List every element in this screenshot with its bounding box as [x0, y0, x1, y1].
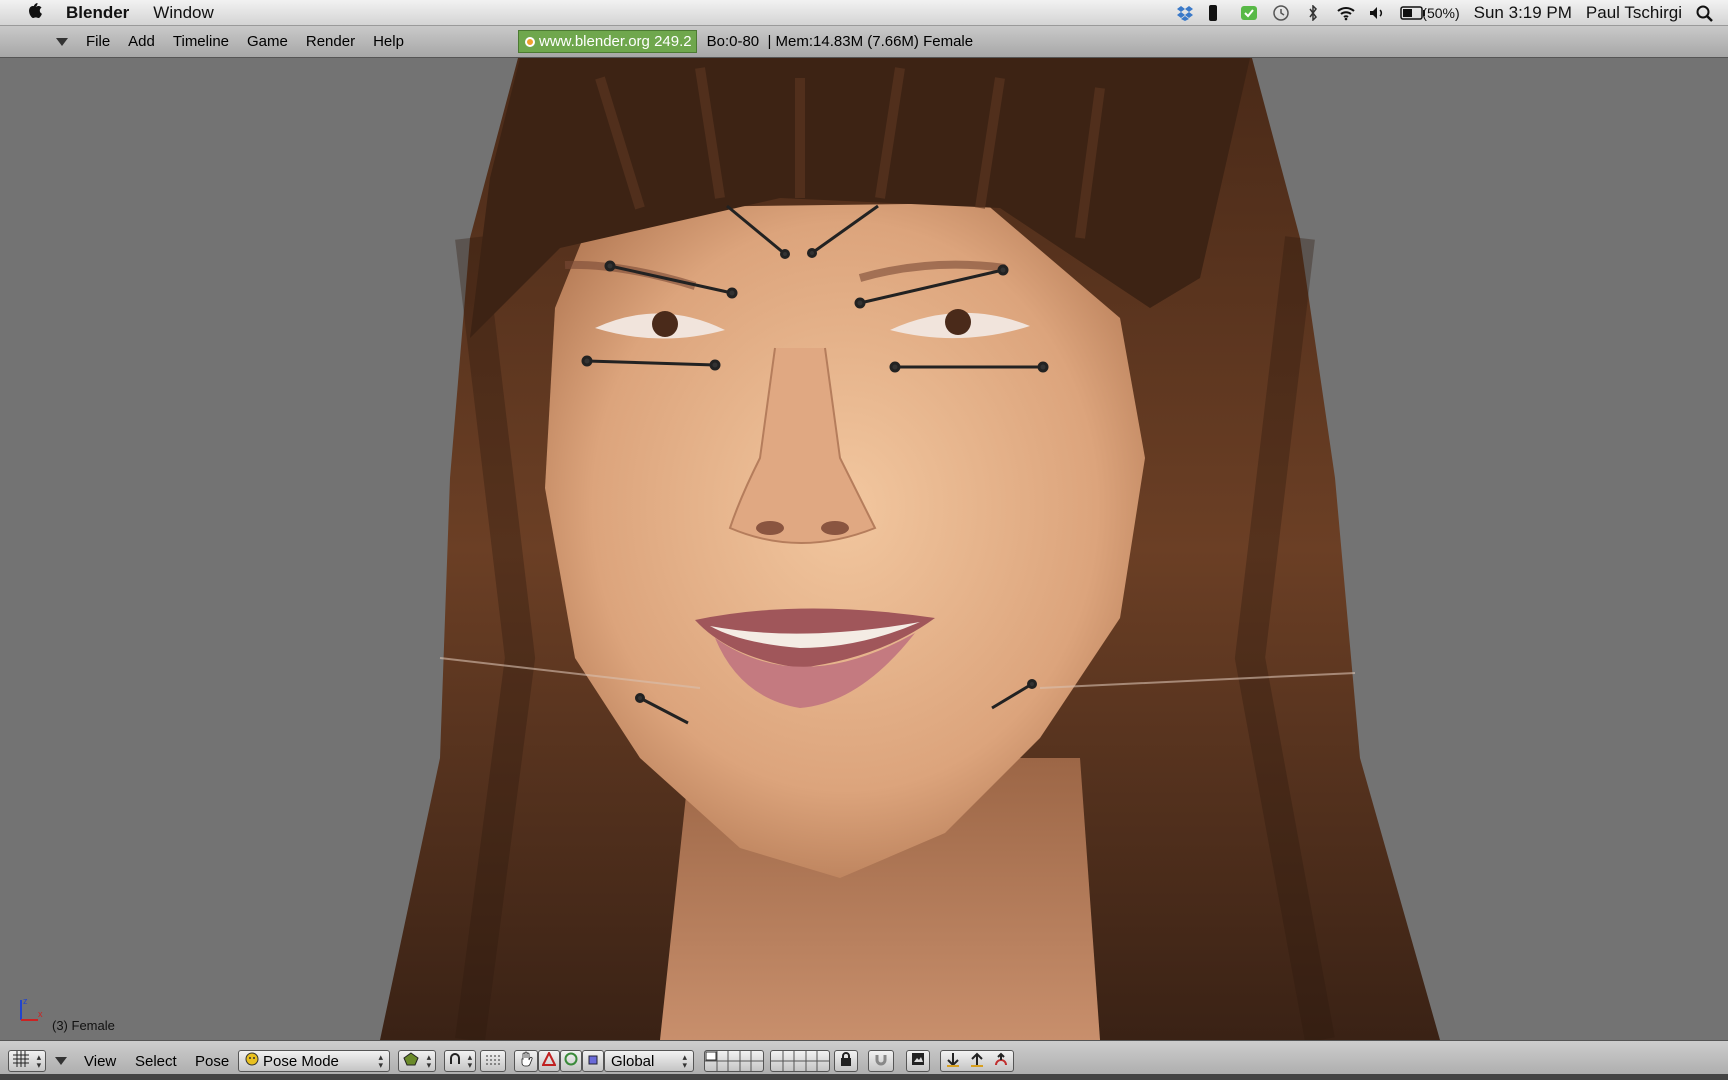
square-icon — [587, 1053, 599, 1070]
dotted-grid-icon — [485, 1053, 501, 1070]
manipulator-toggle[interactable] — [514, 1050, 538, 1072]
menu-render[interactable]: Render — [306, 33, 355, 50]
blender-info-header: File Add Timeline Game Render Help www.b… — [0, 26, 1728, 58]
magnet-icon — [874, 1052, 888, 1070]
pivot-align-toggle[interactable] — [480, 1050, 506, 1072]
battery-icon[interactable] — [1400, 5, 1426, 21]
layer-grid-icon — [771, 1051, 829, 1071]
menu-add[interactable]: Add — [128, 33, 155, 50]
axis-gizmo-icon: z x — [20, 996, 43, 1021]
updown-arrows-icon: ▴ ▾ — [682, 1052, 687, 1070]
header-collapse-triangle-icon[interactable] — [56, 37, 68, 46]
updown-arrows-icon: ▴ ▾ — [36, 1052, 42, 1070]
viewport-object-label: (3) Female — [52, 1018, 115, 1033]
apple-icon[interactable] — [18, 0, 50, 25]
image-icon — [911, 1052, 925, 1070]
layer-grid-icon — [705, 1051, 763, 1071]
scene-stats: Bo:0-80 | Mem:14.83M (7.66M) Female — [706, 33, 974, 50]
menu-pose[interactable]: Pose — [195, 1050, 229, 1072]
pivot-selector[interactable]: ▴ ▾ — [444, 1050, 476, 1072]
mac-menubar: Blender Window (50%) Sun 3:19 PM Paul Ts… — [0, 0, 1728, 26]
updown-arrows-icon: ▴ ▾ — [378, 1052, 383, 1070]
mode-value: Pose Mode — [263, 1052, 339, 1070]
lock-icon — [840, 1052, 852, 1070]
paste-flipped-pose-icon[interactable] — [993, 1051, 1009, 1071]
wifi-icon[interactable] — [1336, 5, 1355, 21]
3d-viewport[interactable]: z x (3) Female — [0, 58, 1728, 1040]
header-collapse-triangle-icon[interactable] — [54, 1050, 68, 1072]
ring-icon — [564, 1052, 578, 1070]
translate-manipulator-button[interactable] — [538, 1050, 560, 1072]
bottom-window-strip — [0, 1074, 1728, 1080]
face-model-render[interactable] — [0, 58, 1728, 1040]
mode-selector[interactable]: Pose Mode ▴ ▾ — [238, 1050, 390, 1072]
bluetooth-icon[interactable] — [1304, 4, 1322, 22]
menu-select[interactable]: Select — [135, 1050, 177, 1072]
dropbox-icon[interactable] — [1176, 5, 1194, 21]
blender-logo-icon — [525, 36, 535, 47]
triangle-icon — [541, 1050, 557, 1070]
time-machine-icon[interactable] — [1272, 5, 1290, 21]
window-menu[interactable]: Window — [153, 3, 213, 23]
hand-icon — [519, 1051, 533, 1071]
clock[interactable]: Sun 3:19 PM — [1474, 3, 1572, 23]
evernote-icon[interactable] — [1240, 5, 1258, 21]
svg-text:z: z — [23, 996, 28, 1006]
menu-timeline[interactable]: Timeline — [173, 33, 229, 50]
spotlight-search-icon[interactable] — [1696, 5, 1714, 22]
copy-pose-icon[interactable] — [945, 1051, 961, 1071]
battery-percent: (50%) — [1422, 5, 1460, 21]
orientation-value: Global — [611, 1052, 655, 1070]
scene-info: www.blender.org 249.2 Bo:0-80 | Mem:14.8… — [518, 30, 973, 53]
rotate-manipulator-button[interactable] — [560, 1050, 582, 1072]
render-preview-button[interactable] — [906, 1050, 930, 1072]
pose-mode-icon — [245, 1052, 259, 1070]
pivot-icon — [448, 1052, 462, 1070]
snap-button[interactable] — [868, 1050, 894, 1072]
menu-file[interactable]: File — [86, 33, 110, 50]
user-name[interactable]: Paul Tschirgi — [1586, 3, 1682, 23]
orientation-selector[interactable]: Global ▴ ▾ — [604, 1050, 694, 1072]
phone-icon[interactable] — [1208, 5, 1226, 21]
grid-icon — [12, 1051, 29, 1071]
updown-arrows-icon: ▴ ▾ — [467, 1052, 473, 1070]
menu-game[interactable]: Game — [247, 33, 288, 50]
lock-layers-button[interactable] — [834, 1050, 858, 1072]
draw-type-selector[interactable]: ▴ ▾ — [398, 1050, 436, 1072]
paste-pose-icon[interactable] — [969, 1051, 985, 1071]
url-badge-text: www.blender.org 249.2 — [539, 33, 692, 50]
layer-buttons-group-1[interactable] — [704, 1050, 764, 1072]
menu-help[interactable]: Help — [373, 33, 404, 50]
svg-text:x: x — [38, 1009, 43, 1019]
layer-buttons-group-2[interactable] — [770, 1050, 830, 1072]
volume-icon[interactable] — [1368, 5, 1386, 21]
pose-copy-paste-group[interactable] — [940, 1050, 1014, 1072]
scale-manipulator-button[interactable] — [582, 1050, 604, 1072]
app-name-menu[interactable]: Blender — [66, 3, 129, 23]
blender-url-badge: www.blender.org 249.2 — [518, 30, 697, 53]
menu-view[interactable]: View — [84, 1050, 116, 1072]
updown-arrows-icon: ▴ ▾ — [426, 1052, 432, 1070]
solid-shading-icon — [403, 1052, 419, 1070]
editor-type-selector[interactable]: ▴ ▾ — [8, 1050, 46, 1072]
